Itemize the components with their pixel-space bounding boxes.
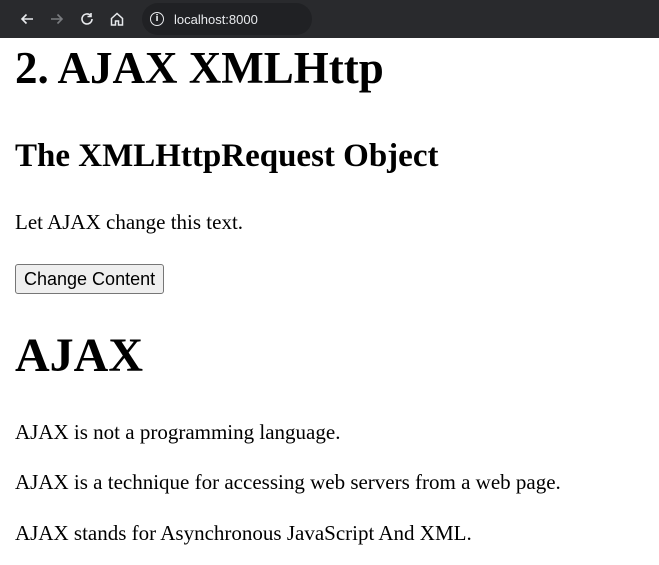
info-icon[interactable]: i bbox=[150, 12, 164, 26]
ajax-heading: AJAX bbox=[15, 329, 143, 382]
address-bar[interactable]: i localhost:8000 bbox=[142, 3, 312, 35]
page-title: 2. AJAX XMLHttp bbox=[15, 43, 384, 93]
reload-icon[interactable] bbox=[72, 4, 102, 34]
url-text[interactable]: localhost:8000 bbox=[174, 12, 258, 27]
paragraph: AJAX is not a programming language. bbox=[15, 420, 341, 444]
browser-toolbar: i localhost:8000 bbox=[0, 0, 659, 38]
forward-arrow-icon[interactable] bbox=[42, 4, 72, 34]
home-icon[interactable] bbox=[102, 4, 132, 34]
change-content-button[interactable]: Change Content bbox=[15, 264, 165, 294]
section-heading: The XMLHttpRequest Object bbox=[15, 138, 439, 174]
demo-text: Let AJAX change this text. bbox=[15, 210, 244, 234]
back-arrow-icon[interactable] bbox=[12, 4, 42, 34]
paragraph: AJAX is a technique for accessing web se… bbox=[15, 470, 561, 494]
paragraph: AJAX stands for Asynchronous JavaScript … bbox=[15, 521, 472, 545]
